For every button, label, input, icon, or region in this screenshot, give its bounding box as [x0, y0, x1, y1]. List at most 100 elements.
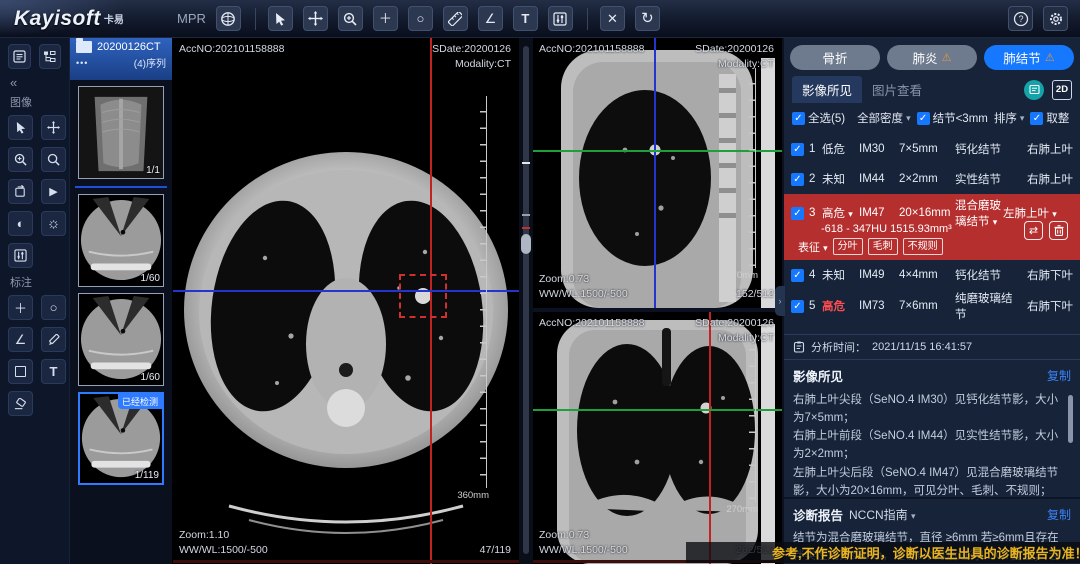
- nodule-row-5[interactable]: ✓ 5 高危 IM73 7×6mm 纯磨玻璃结节 右肺下叶: [784, 290, 1080, 320]
- copy-findings-button[interactable]: 复制: [1047, 367, 1071, 384]
- text-annotation-button[interactable]: T: [41, 359, 66, 384]
- small-nodule-checkbox[interactable]: ✓ 结节<3mm: [917, 110, 988, 126]
- cursor-tool-button[interactable]: [8, 115, 33, 140]
- chevron-down-icon: ▾: [911, 511, 916, 521]
- cursor-icon: [274, 12, 287, 26]
- select-all-checkbox[interactable]: ✓ 全选(5): [792, 110, 845, 126]
- cine-play-button[interactable]: ▶: [41, 179, 66, 204]
- zoom-in-icon: [343, 12, 357, 26]
- series-tree-button[interactable]: [39, 44, 62, 69]
- sagittal-reference-line[interactable]: [709, 312, 711, 564]
- angle-annotation-button[interactable]: ∠: [8, 327, 33, 352]
- slice-slider-thumb[interactable]: [521, 234, 531, 254]
- sagittal-viewport[interactable]: 270mm AccNO:202101158888 SDate:20200126 …: [533, 38, 782, 310]
- coronal-viewport[interactable]: 270mm AccNO:202101158888 SDate:20200126 …: [533, 312, 782, 564]
- nodule-row-4[interactable]: ✓ 4 未知 IM49 4×4mm 钙化结节 右肺下叶: [784, 260, 1080, 290]
- guideline-dropdown[interactable]: NCCN指南 ▾: [849, 506, 916, 523]
- settings-button[interactable]: [1043, 6, 1068, 31]
- brightness-button[interactable]: ☼: [41, 211, 66, 236]
- nodule-row-1[interactable]: ✓ 1 低危 IM30 7×5mm 钙化结节 右肺上叶: [784, 134, 1080, 164]
- report-list-button[interactable]: [8, 44, 31, 69]
- feature-dropdown[interactable]: 表征 ▾: [798, 239, 828, 255]
- nodule-type-dropdown[interactable]: 混合磨玻璃结节 ▾: [955, 197, 1003, 229]
- feature-chip[interactable]: 毛刺: [868, 238, 898, 255]
- 2d-3d-toggle-button[interactable]: 2D: [1052, 80, 1072, 100]
- ruler-tool-button[interactable]: [443, 6, 468, 31]
- nodule-risk-dropdown[interactable]: 高危 ▾: [822, 205, 859, 221]
- series-thumbnail-ct-3-selected[interactable]: 已经检测 1/119: [78, 392, 164, 485]
- axial-viewport[interactable]: 360mm AccNO:202101158888 SDate:20200126 …: [173, 38, 519, 564]
- reset-button[interactable]: ↻: [635, 6, 660, 31]
- tab-lung-nodule[interactable]: 肺结节 ⚠: [984, 45, 1074, 70]
- feature-chip[interactable]: 不规则: [903, 238, 943, 255]
- cursor-tool-button[interactable]: [268, 6, 293, 31]
- panel-collapse-handle[interactable]: ›: [775, 286, 785, 316]
- checkbox-checked-icon[interactable]: ✓: [1030, 112, 1043, 125]
- magnify-button[interactable]: [41, 147, 66, 172]
- eraser-button[interactable]: [8, 391, 33, 416]
- subtab-image-view[interactable]: 图片查看: [862, 76, 932, 103]
- axial-reference-line[interactable]: [654, 38, 656, 308]
- mpr-mode-button[interactable]: [216, 6, 241, 31]
- checkbox-checked-icon[interactable]: ✓: [791, 207, 804, 220]
- zoom-tool-button[interactable]: [338, 6, 363, 31]
- slice-slider-track[interactable]: [523, 46, 529, 554]
- rectangle-annotation-button[interactable]: [8, 359, 33, 384]
- pencil-annotation-button[interactable]: [41, 327, 66, 352]
- report-card-button[interactable]: [1024, 80, 1044, 100]
- pan-tool-button[interactable]: [303, 6, 328, 31]
- nodule-row-3-selected[interactable]: ✓ 3 高危 ▾ IM47 20×16mm 混合磨玻璃结节 ▾ 左肺上叶 ▾ -…: [784, 194, 1080, 260]
- checkbox-checked-icon[interactable]: ✓: [791, 300, 804, 313]
- series-thumbnail-ct-1[interactable]: 1/60: [78, 194, 164, 287]
- tab-pneumonia[interactable]: 肺炎 ⚠: [887, 45, 977, 70]
- angle-tool-button[interactable]: ∠: [478, 6, 503, 31]
- followup-compare-button[interactable]: ⇄: [1024, 221, 1043, 240]
- panel-subtabs: 影像所见 图片查看 2D: [784, 76, 1080, 103]
- subtab-image-findings[interactable]: 影像所见: [792, 76, 862, 103]
- checkbox-checked-icon[interactable]: ✓: [917, 112, 930, 125]
- tab-fracture[interactable]: 骨折: [790, 45, 880, 70]
- density-filter-dropdown[interactable]: 全部密度 ▾: [857, 110, 911, 126]
- nodule-roi-box[interactable]: [399, 274, 447, 318]
- slice-slider[interactable]: [519, 38, 533, 564]
- axial-reference-line[interactable]: [533, 409, 782, 411]
- checkbox-checked-icon[interactable]: ✓: [791, 143, 804, 156]
- invert-button[interactable]: ◐: [8, 211, 33, 236]
- help-button[interactable]: ?: [1008, 6, 1033, 31]
- nodule-location: 右肺上叶: [1015, 171, 1073, 187]
- nodule-row-2[interactable]: ✓ 2 未知 IM44 2×2mm 实性结节 右肺上叶: [784, 164, 1080, 194]
- checkbox-checked-icon[interactable]: ✓: [792, 112, 805, 125]
- ellipse-annotation-button[interactable]: ○: [41, 295, 66, 320]
- crosshair-tool-button[interactable]: ＋: [373, 6, 398, 31]
- delete-annotation-button[interactable]: ✕: [600, 6, 625, 31]
- collapse-rail-button[interactable]: «: [10, 75, 61, 90]
- round-checkbox[interactable]: ✓ 取整: [1030, 110, 1069, 126]
- ellipse-tool-button[interactable]: ○: [408, 6, 433, 31]
- coronal-reference-line[interactable]: [173, 290, 519, 292]
- window-level-button[interactable]: [8, 243, 33, 268]
- findings-text[interactable]: 右肺上叶尖段（SeNO.4 IM30）见钙化结节影，大小为7×5mm； 右肺上叶…: [784, 389, 1078, 497]
- ellipse-icon: ○: [416, 12, 424, 25]
- checkbox-checked-icon[interactable]: ✓: [791, 269, 804, 282]
- crosshair-annotation-button[interactable]: ＋: [8, 295, 33, 320]
- more-icon[interactable]: •••: [76, 58, 88, 68]
- coronal-reference-line[interactable]: [533, 150, 782, 152]
- zoom-in-button[interactable]: [8, 147, 33, 172]
- nodule-location-dropdown[interactable]: 左肺上叶 ▾: [1003, 205, 1073, 221]
- checkbox-checked-icon[interactable]: ✓: [791, 173, 804, 186]
- axial-window-level: WW/WL:1500/-500: [179, 543, 268, 558]
- pan-tool-button[interactable]: [41, 115, 66, 140]
- copy-report-button[interactable]: 复制: [1047, 506, 1071, 523]
- nodule-risk: 未知: [822, 267, 859, 283]
- study-header[interactable]: 20200126CT ••• (4)序列: [70, 38, 172, 80]
- findings-scrollbar[interactable]: [1068, 395, 1073, 443]
- sort-dropdown[interactable]: 排序 ▾: [994, 110, 1025, 126]
- window-level-button[interactable]: [548, 6, 573, 31]
- feature-chip[interactable]: 分叶: [833, 238, 863, 255]
- series-thumbnail-scout[interactable]: 1/1: [78, 86, 164, 179]
- coronal-scale-ruler: [749, 334, 756, 502]
- series-thumbnail-ct-2[interactable]: 1/60: [78, 293, 164, 386]
- text-tool-button[interactable]: T: [513, 6, 538, 31]
- rotate-image-button[interactable]: [8, 179, 33, 204]
- delete-nodule-button[interactable]: [1049, 221, 1068, 240]
